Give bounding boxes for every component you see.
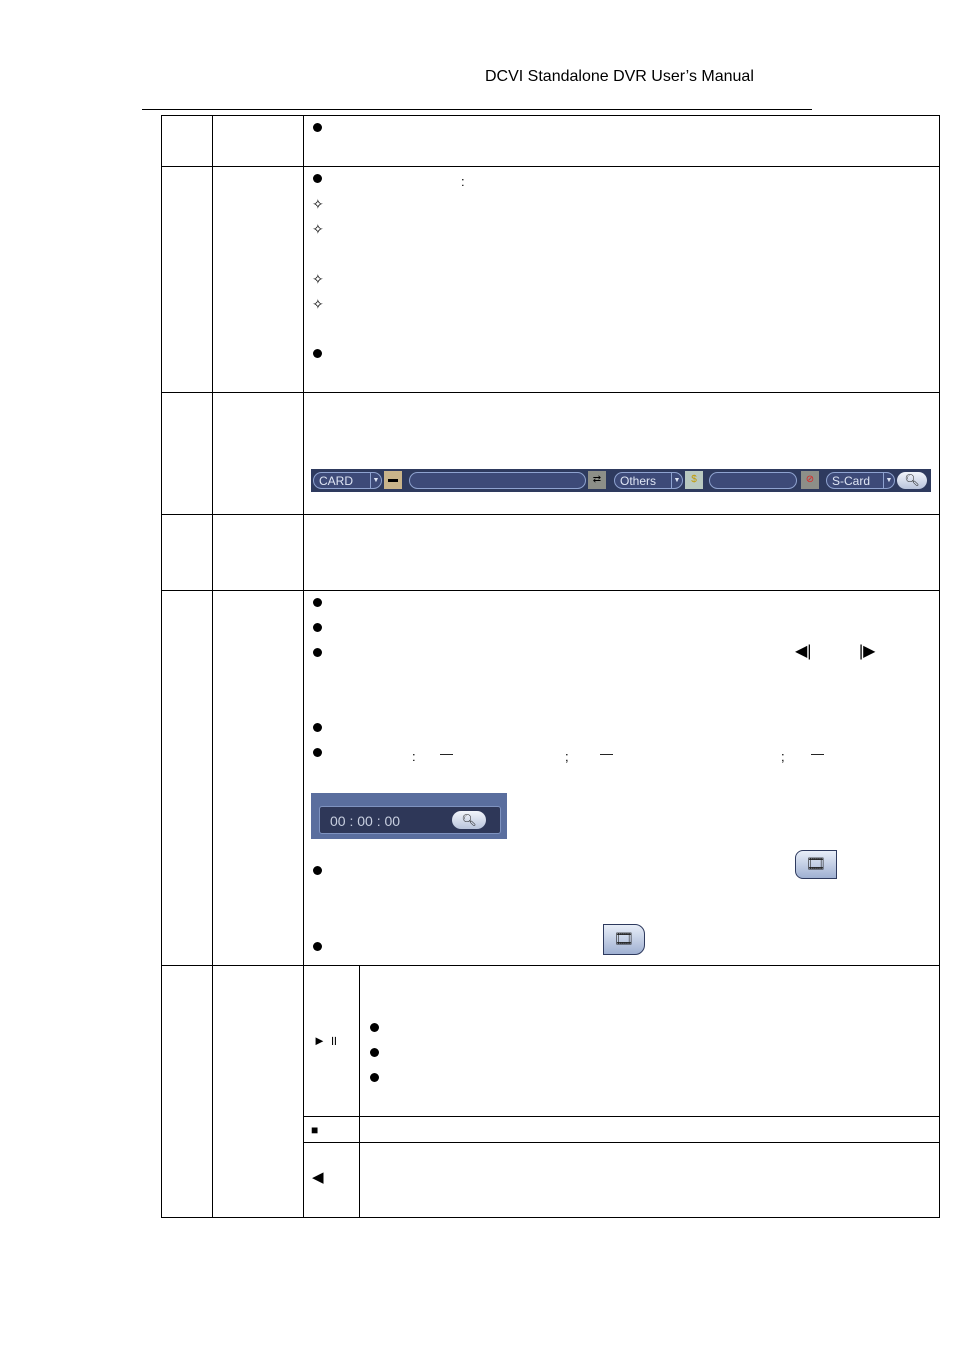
semicolon: ; bbox=[781, 749, 785, 764]
search-button[interactable]: 🔍︎ bbox=[897, 472, 927, 489]
card-icon[interactable]: ▬ bbox=[384, 471, 402, 489]
card-search-bar: CARD ▼ ▬ ⇄ Others ▼ $ ⊘ S-Card ▼ 🔍︎ bbox=[311, 469, 931, 492]
play-pause-icon: ► ॥ bbox=[313, 1033, 338, 1048]
colon: : bbox=[412, 749, 416, 764]
bullet bbox=[370, 1048, 379, 1057]
stop-icon: ■ bbox=[311, 1123, 319, 1137]
bullet bbox=[313, 349, 322, 358]
card-number-input[interactable] bbox=[409, 472, 586, 489]
header-rule bbox=[142, 109, 812, 110]
bullet bbox=[313, 174, 322, 183]
bullet bbox=[370, 1023, 379, 1032]
semicolon: ; bbox=[565, 749, 569, 764]
bullet bbox=[313, 648, 322, 657]
card-blocked-icon[interactable]: ⊘ bbox=[801, 471, 819, 489]
chevron-down-icon: ▼ bbox=[370, 473, 381, 488]
time-search-button[interactable]: 🔍︎ bbox=[452, 811, 486, 829]
other-type-select[interactable]: Others ▼ bbox=[614, 472, 683, 489]
card-type-value: CARD bbox=[319, 474, 354, 488]
film-search-icon[interactable]: 🎞 bbox=[603, 924, 645, 955]
bullet bbox=[313, 942, 322, 951]
chevron-down-icon: ▼ bbox=[671, 473, 682, 488]
dash: — bbox=[600, 746, 613, 761]
film-lock-icon[interactable]: 🎞 bbox=[795, 850, 837, 879]
chevron-down-icon: ▼ bbox=[883, 473, 894, 488]
transaction-icon[interactable]: ⇄ bbox=[588, 471, 606, 489]
other-type-value: Others bbox=[620, 474, 657, 488]
bullet bbox=[313, 123, 322, 132]
diamond-bullet: ✧ bbox=[312, 271, 324, 287]
previous-frame-icon: ◀| bbox=[795, 643, 812, 660]
search-icon: 🔍︎ bbox=[904, 473, 920, 487]
dash: — bbox=[811, 746, 824, 761]
search-icon: 🔍︎ bbox=[461, 813, 477, 827]
bullet bbox=[313, 748, 322, 757]
bullet bbox=[313, 623, 322, 632]
colon: : bbox=[461, 174, 465, 189]
diamond-bullet: ✧ bbox=[312, 296, 324, 312]
manual-page: DCVI Standalone DVR User’s Manual : ✧ ✧ … bbox=[0, 0, 954, 1350]
diamond-bullet: ✧ bbox=[312, 196, 324, 212]
bullet bbox=[313, 866, 322, 875]
bullet bbox=[313, 723, 322, 732]
storage-type-select[interactable]: S-Card ▼ bbox=[826, 472, 895, 489]
card-type-select[interactable]: CARD ▼ bbox=[313, 472, 382, 489]
backward-play-icon: ◀ bbox=[312, 1169, 324, 1186]
storage-type-value: S-Card bbox=[832, 474, 871, 488]
page-header-title: DCVI Standalone DVR User’s Manual bbox=[485, 68, 754, 85]
money-icon[interactable]: $ bbox=[685, 471, 703, 489]
dash: — bbox=[440, 746, 453, 761]
time-search-panel: 00 : 00 : 00 🔍︎ bbox=[311, 793, 507, 839]
time-input[interactable]: 00 : 00 : 00 bbox=[330, 813, 400, 829]
diamond-bullet: ✧ bbox=[312, 221, 324, 237]
bullet bbox=[313, 598, 322, 607]
next-frame-icon: |▶ bbox=[859, 643, 876, 660]
other-value-input[interactable] bbox=[709, 472, 797, 489]
bullet bbox=[370, 1073, 379, 1082]
